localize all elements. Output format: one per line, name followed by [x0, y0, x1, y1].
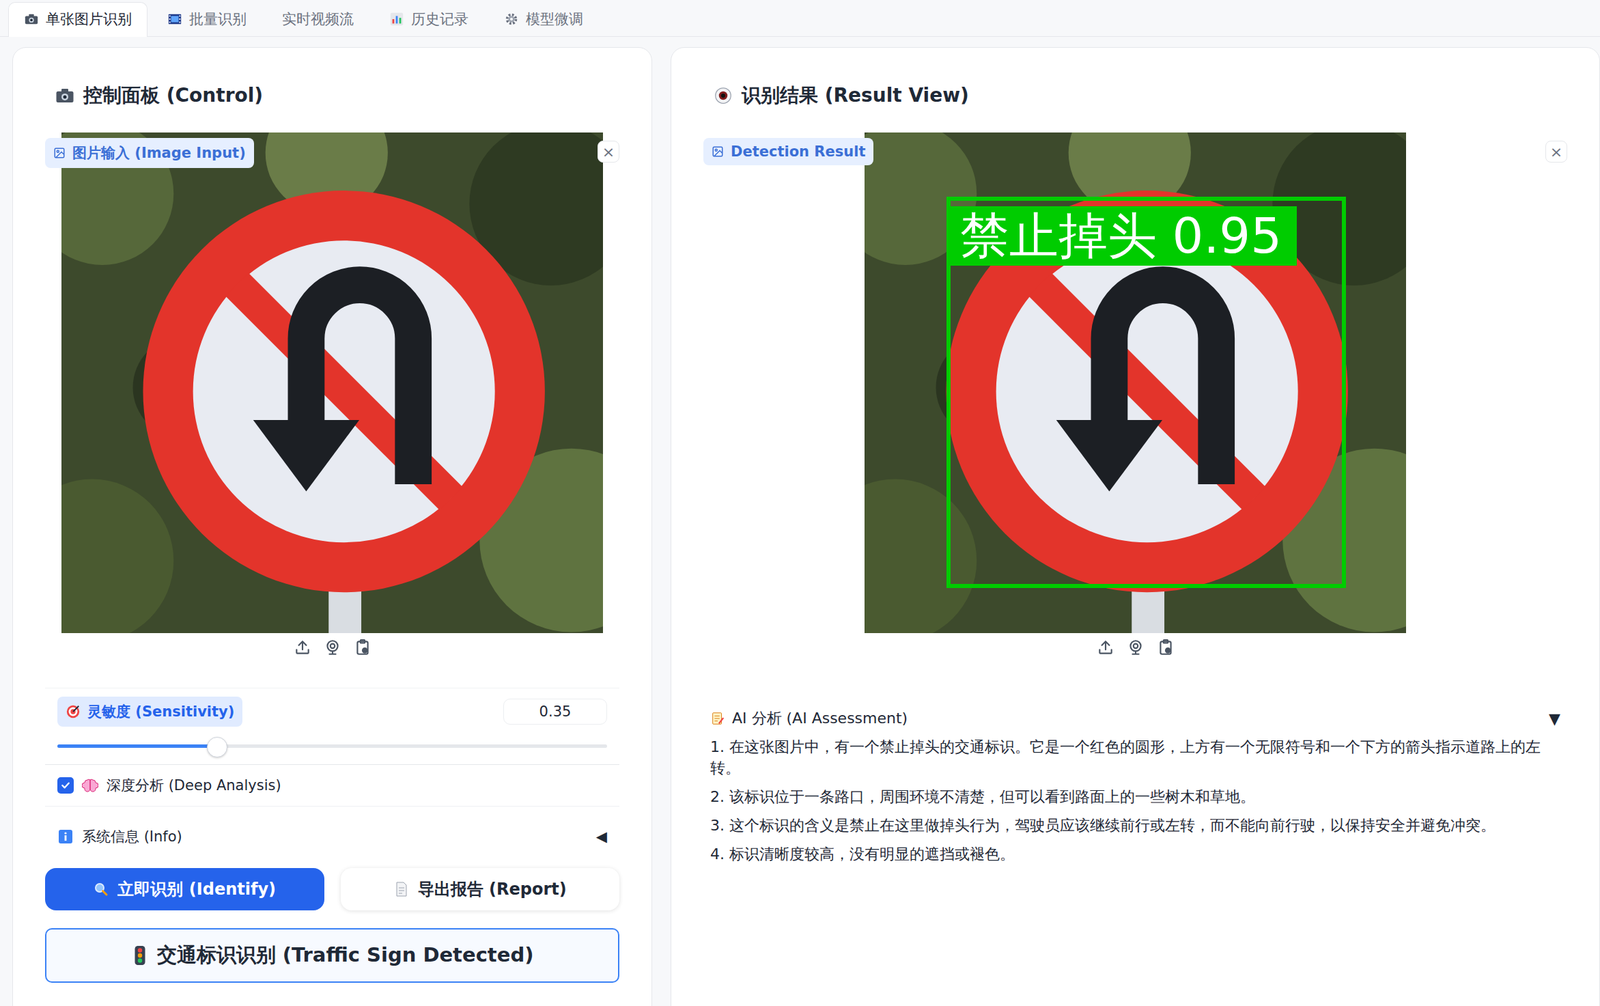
status-title: 交通标识识别 (Traffic Sign Detected): [157, 941, 535, 970]
detection-box: 禁止掉头 0.95: [946, 196, 1346, 588]
image-icon: [711, 145, 724, 158]
status-box: 交通标识识别 (Traffic Sign Detected): [45, 928, 620, 983]
tab[interactable]: 历史记录: [373, 2, 485, 37]
close-button[interactable]: ×: [597, 140, 620, 163]
result-panel: 识别结果 (Result View) Detection Result × 禁止掉头 …: [670, 47, 1600, 1006]
image-view[interactable]: 禁止掉头 0.95: [864, 132, 1407, 634]
close-button[interactable]: ×: [1545, 140, 1568, 163]
button-label[interactable]: 立即识别 (Identify): [117, 878, 276, 901]
detection-label: 禁止掉头 0.95: [950, 206, 1297, 266]
detection-result-block: Detection Result × 禁止掉头 0.95: [703, 132, 1568, 662]
image-actions: [703, 633, 1568, 657]
camera-icon: [23, 11, 39, 27]
badge-label: 图片输入 (Image Input): [72, 143, 246, 163]
assessment-item: 1. 在这张图片中，有一个禁止掉头的交通标识。它是一个红色的圆形，上方有一个无限…: [710, 736, 1561, 779]
tab-label[interactable]: 实时视频流: [282, 9, 354, 29]
title-text: 识别结果 (Result View): [741, 82, 970, 109]
info-icon: [57, 828, 74, 845]
tab-label[interactable]: 单张图片识别: [45, 9, 132, 29]
tab-bar: 单张图片识别 批量识别 实时视频流 历史记录 模型微调: [0, 0, 1600, 37]
tab[interactable]: 模型微调: [488, 2, 599, 37]
film-icon: [167, 11, 183, 27]
sensitivity-label: 灵敏度 (Sensitivity): [87, 702, 235, 722]
slider-thumb[interactable]: [206, 736, 228, 758]
assessment-item: 4. 标识清晰度较高，没有明显的遮挡或褪色。: [710, 843, 1561, 865]
button-label[interactable]: 导出报告 (Report): [417, 878, 567, 901]
webcam-icon[interactable]: [323, 638, 342, 657]
main: 控制面板 (Control) 图片输入 (Image Input) × 灵敏度 (Se…: [0, 36, 1600, 1006]
sensitivity-slider: 灵敏度 (Sensitivity) 0.35: [45, 687, 620, 765]
checkbox-label[interactable]: 深度分析 (Deep Analysis): [106, 775, 282, 795]
slider-track[interactable]: [57, 744, 608, 748]
sensitivity-value[interactable]: 0.35: [503, 698, 608, 725]
toggle-arrow[interactable]: ◀: [596, 828, 608, 845]
eye-icon: [712, 85, 734, 106]
tab[interactable]: 批量识别: [151, 2, 263, 37]
chart-icon: [389, 11, 405, 27]
report-button[interactable]: 导出报告 (Report): [340, 867, 621, 911]
panel-title: 识别结果 (Result View): [703, 72, 1568, 110]
panel-title: 控制面板 (Control): [45, 72, 620, 110]
deep-analysis-row[interactable]: 深度分析 (Deep Analysis): [45, 764, 620, 807]
checkbox[interactable]: [57, 777, 74, 794]
upload-icon[interactable]: [293, 638, 312, 657]
webcam-icon[interactable]: [1126, 638, 1145, 657]
clipboard-icon[interactable]: [1156, 638, 1175, 657]
image-view[interactable]: [61, 132, 603, 634]
slider-fill: [57, 744, 217, 748]
detection-result-badge: Detection Result: [703, 137, 874, 166]
tab-label[interactable]: 历史记录: [411, 9, 469, 29]
tab[interactable]: 单张图片识别: [8, 2, 148, 37]
title-text: 控制面板 (Control): [83, 82, 263, 109]
target-icon: [65, 704, 81, 720]
image-icon: [53, 146, 66, 160]
image-actions: [45, 633, 620, 657]
toggle-arrow[interactable]: ▼: [1548, 710, 1561, 728]
sensitivity-badge: 灵敏度 (Sensitivity): [57, 696, 243, 727]
assessment-item: 3. 这个标识的含义是禁止在这里做掉头行为，驾驶员应该继续前行或左转，而不能向前…: [710, 814, 1561, 836]
assessment-item: 2. 该标识位于一条路口，周围环境不清楚，但可以看到路面上的一些树木和草地。: [710, 786, 1561, 808]
clipboard-icon[interactable]: [353, 638, 372, 657]
control-panel: 控制面板 (Control) 图片输入 (Image Input) × 灵敏度 (Se…: [12, 47, 653, 1006]
assessment-header[interactable]: AI 分析 (AI Assessment) ▼: [710, 708, 1561, 729]
badge-label: Detection Result: [730, 143, 866, 160]
image-input-block: 图片输入 (Image Input) ×: [45, 132, 620, 662]
brain-icon: [81, 777, 99, 794]
upload-icon[interactable]: [1096, 638, 1115, 657]
button-row: 立即识别 (Identify) 导出报告 (Report): [45, 867, 620, 911]
traffic-light-icon: [131, 945, 149, 966]
tab-label[interactable]: 模型微调: [525, 9, 584, 29]
memo-icon: [710, 710, 726, 726]
camera-icon: [54, 85, 76, 106]
identify-button[interactable]: 立即识别 (Identify): [45, 867, 325, 911]
accordion-label[interactable]: 系统信息 (Info): [81, 826, 183, 847]
gear-icon: [503, 11, 519, 27]
info-accordion[interactable]: 系统信息 (Info) ◀: [45, 806, 620, 867]
image-input-badge: 图片输入 (Image Input): [45, 137, 255, 168]
ai-assessment: AI 分析 (AI Assessment) ▼ 1. 在这张图片中，有一个禁止掉头的…: [703, 708, 1568, 865]
assessment-title[interactable]: AI 分析 (AI Assessment): [732, 708, 908, 729]
document-icon: [393, 880, 410, 898]
tab[interactable]: 实时视频流: [266, 2, 370, 37]
search-icon: [92, 880, 110, 898]
tab-label[interactable]: 批量识别: [189, 9, 247, 29]
